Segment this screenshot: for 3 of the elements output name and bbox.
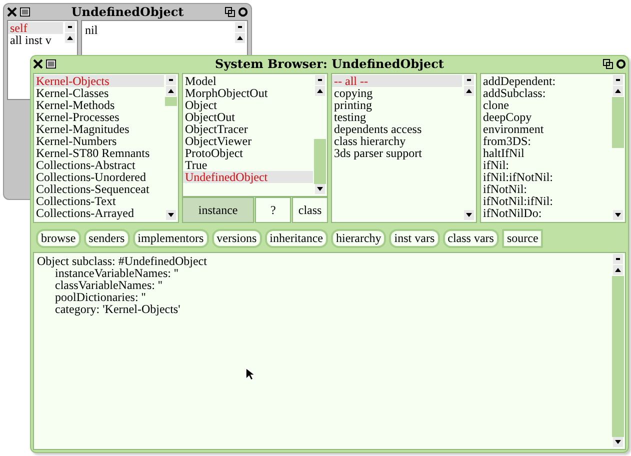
window-title: UndefinedObject [70,5,185,19]
window-title: System Browser: UndefinedObject [214,57,445,71]
value-text: nil [85,24,98,36]
